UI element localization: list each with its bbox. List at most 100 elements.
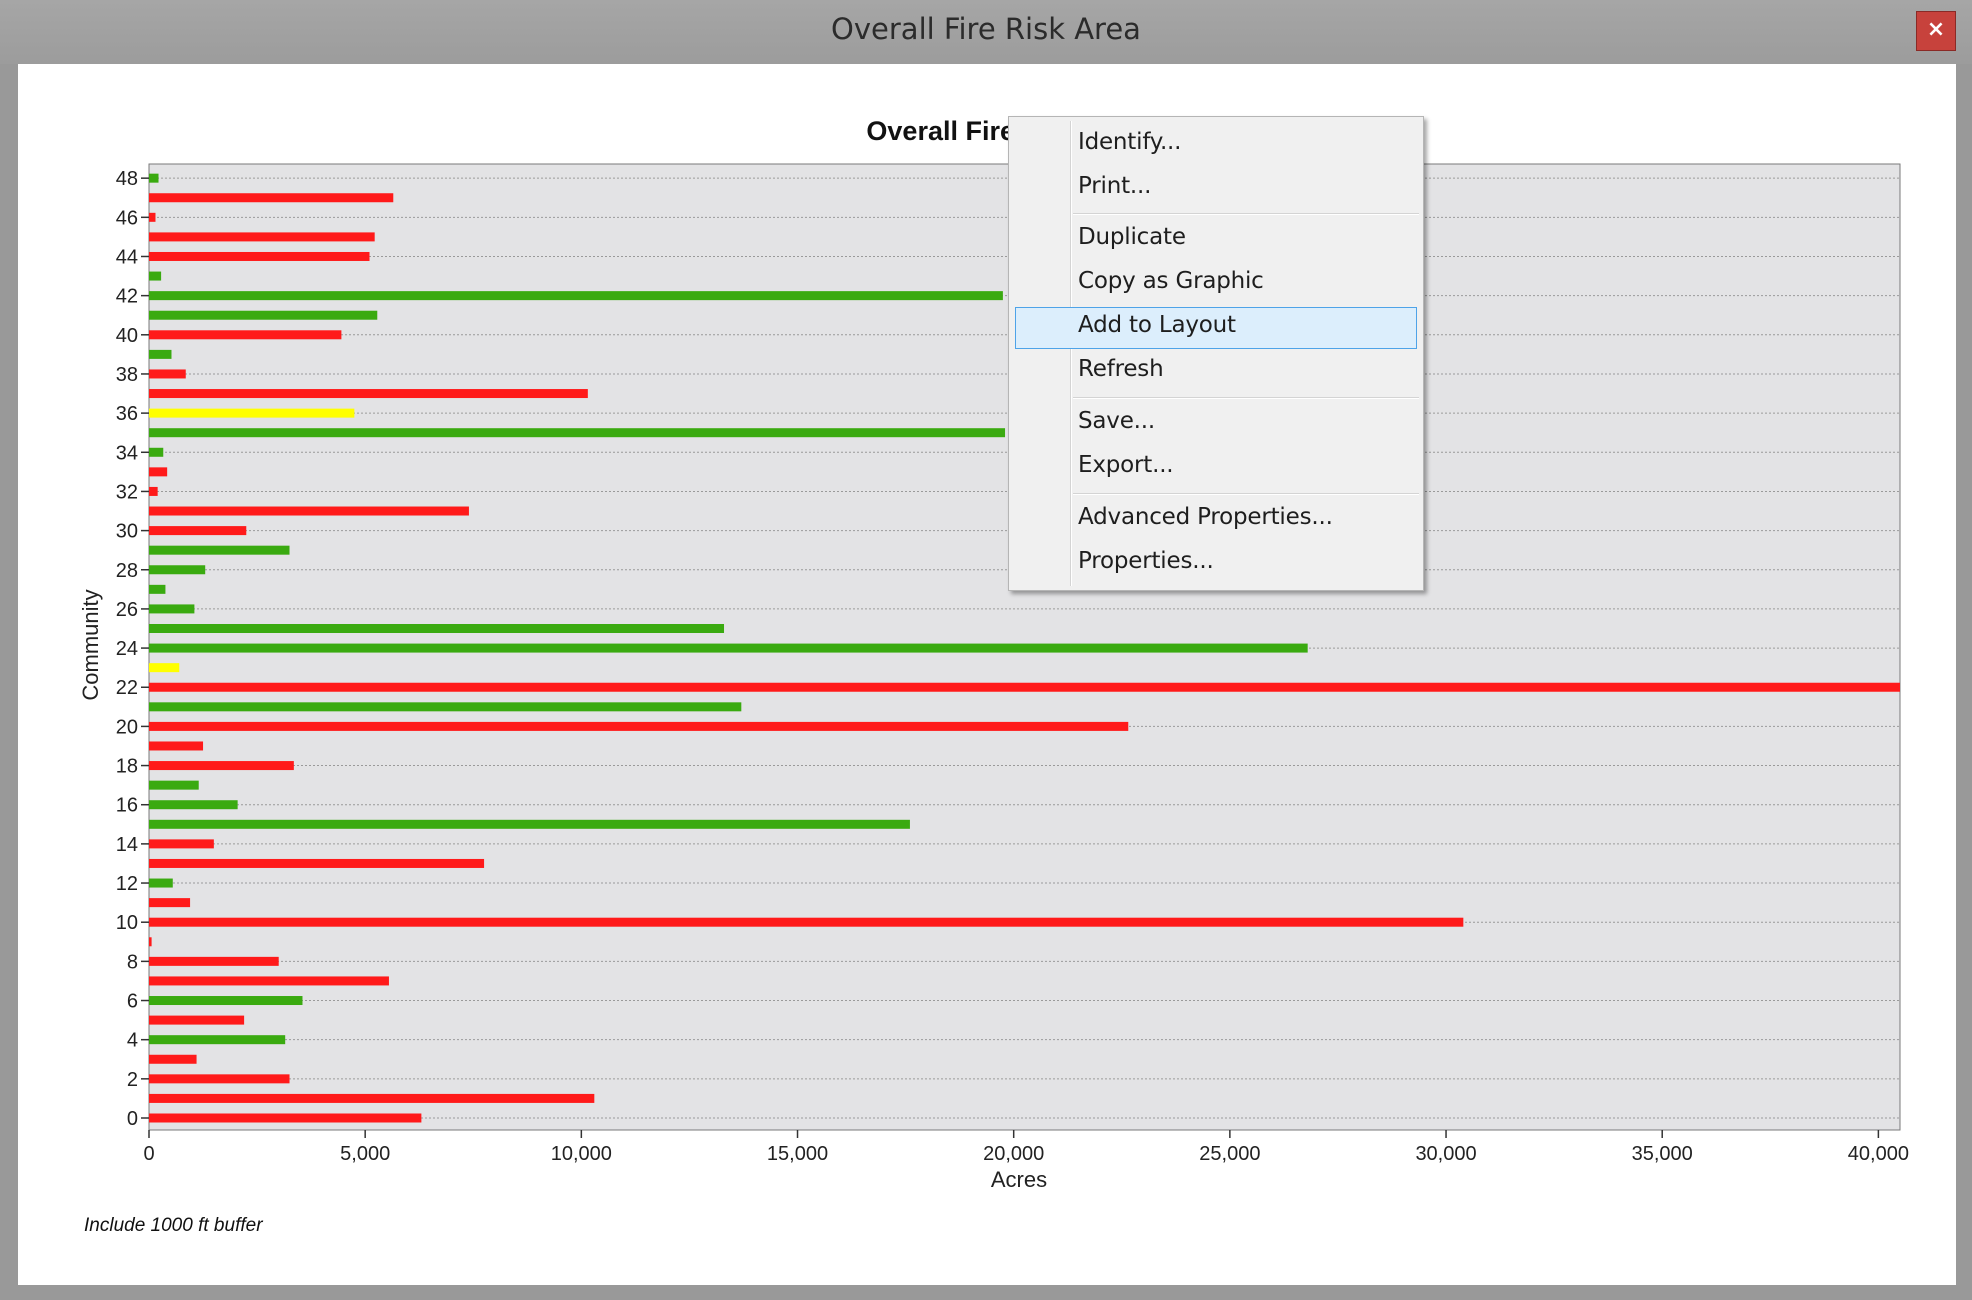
x-tick-label: 0 — [143, 1143, 154, 1165]
y-tick-label: 34 — [116, 442, 138, 464]
bar-community-8 — [149, 956, 279, 966]
y-tick-label: 32 — [116, 481, 138, 503]
bar-community-13 — [149, 858, 485, 868]
x-tick-label: 10,000 — [551, 1143, 612, 1165]
y-tick-label: 46 — [116, 207, 138, 229]
bar-community-36 — [149, 408, 355, 418]
bar-community-41 — [149, 310, 378, 320]
x-axis-label: Acres — [991, 1167, 1047, 1192]
chart-window: Overall Fire Risk Area × 0 2 4 6 8 10 12 14 16 18… — [0, 0, 1972, 1300]
bar-community-22 — [149, 682, 1900, 692]
bar-community-42 — [149, 291, 1003, 301]
y-tick-label: 20 — [116, 716, 138, 738]
bar-community-3 — [149, 1054, 197, 1064]
bar-community-32 — [149, 486, 158, 496]
menu-item-copy-as-graphic[interactable]: Copy as Graphic — [1078, 268, 1264, 294]
y-tick-label: 38 — [116, 364, 138, 386]
bar-community-21 — [149, 702, 742, 712]
bar-community-25 — [149, 624, 725, 633]
bar-community-20 — [149, 721, 1129, 731]
footnote: Include 1000 ft buffer — [84, 1215, 263, 1236]
x-tick-label: 15,000 — [767, 1143, 828, 1165]
menu-item-add-to-layout[interactable]: Add to Layout — [1078, 312, 1236, 338]
y-tick-label: 28 — [116, 560, 138, 582]
y-tick-label: 12 — [116, 873, 138, 895]
bar-community-0 — [149, 1113, 422, 1123]
bar-community-2 — [149, 1074, 290, 1084]
bar-community-37 — [149, 389, 588, 399]
bar-community-4 — [149, 1035, 286, 1045]
menu-icon-gutter — [1070, 121, 1072, 586]
x-tick-label: 5,000 — [340, 1143, 390, 1165]
chart-title: Overall Fire — [866, 116, 1015, 146]
y-tick-label: 48 — [116, 168, 138, 190]
title-bar[interactable]: Overall Fire Risk Area × — [0, 0, 1972, 64]
menu-separator — [1073, 213, 1419, 215]
bar-community-16 — [149, 800, 238, 810]
bar-community-17 — [149, 780, 199, 790]
bar-community-14 — [149, 839, 214, 849]
y-axis-label: Community — [78, 589, 103, 700]
y-axis-ticks: 0246810121416182022242628303234363840424… — [116, 168, 149, 1130]
close-button[interactable]: × — [1916, 11, 1956, 51]
bar-community-40 — [149, 330, 342, 340]
y-tick-label: 40 — [116, 325, 138, 347]
y-tick-label: 18 — [116, 756, 138, 778]
bar-community-48 — [149, 173, 159, 183]
bar-community-44 — [149, 251, 370, 261]
y-tick-label: 6 — [127, 991, 138, 1013]
x-tick-label: 30,000 — [1415, 1143, 1476, 1165]
bar-community-9 — [149, 937, 152, 947]
bar-community-33 — [149, 467, 168, 477]
bar-community-15 — [149, 819, 910, 829]
bar-community-43 — [149, 271, 162, 281]
y-tick-label: 4 — [127, 1030, 138, 1052]
y-tick-label: 36 — [116, 403, 138, 425]
bar-community-23 — [149, 663, 180, 673]
y-tick-label: 30 — [116, 521, 138, 543]
x-tick-label: 25,000 — [1199, 1143, 1260, 1165]
menu-separator — [1073, 493, 1419, 495]
y-tick-label: 0 — [127, 1108, 138, 1130]
bar-community-5 — [149, 1015, 245, 1025]
bar-community-47 — [149, 193, 394, 203]
y-tick-label: 26 — [116, 599, 138, 621]
bar-community-35 — [149, 428, 1006, 438]
bar-community-45 — [149, 232, 375, 242]
menu-item-print[interactable]: Print... — [1078, 173, 1151, 199]
bar-community-19 — [149, 741, 204, 751]
menu-item-export[interactable]: Export... — [1078, 452, 1174, 478]
x-tick-label: 40,000 — [1848, 1143, 1909, 1165]
bar-community-12 — [149, 878, 173, 888]
menu-item-properties[interactable]: Properties... — [1078, 548, 1214, 574]
menu-item-refresh[interactable]: Refresh — [1078, 356, 1164, 382]
y-tick-label: 42 — [116, 286, 138, 308]
bar-community-1 — [149, 1093, 595, 1103]
window-title: Overall Fire Risk Area — [831, 12, 1141, 46]
menu-item-identify[interactable]: Identify... — [1078, 129, 1181, 155]
y-tick-label: 8 — [127, 951, 138, 973]
x-axis-ticks: 0 5,000 10,000 15,000 20,000 25,000 30,000 35,0… — [143, 1130, 1909, 1165]
bar-community-39 — [149, 349, 172, 359]
bar-community-18 — [149, 761, 294, 771]
bar-community-27 — [149, 584, 166, 594]
y-tick-label: 24 — [116, 638, 138, 660]
bar-community-30 — [149, 526, 247, 536]
bar-community-24 — [149, 643, 1308, 653]
menu-item-save[interactable]: Save... — [1078, 408, 1155, 434]
menu-item-advanced-properties[interactable]: Advanced Properties... — [1078, 504, 1333, 530]
bar-chart[interactable]: 0246810121416182022242628303234363840424… — [18, 64, 1956, 1285]
y-tick-label: 14 — [116, 834, 138, 856]
menu-item-duplicate[interactable]: Duplicate — [1078, 224, 1186, 250]
bar-community-28 — [149, 565, 206, 575]
bar-community-46 — [149, 212, 156, 222]
bar-community-7 — [149, 976, 389, 986]
bar-community-31 — [149, 506, 469, 516]
bar-community-29 — [149, 545, 290, 555]
bar-community-34 — [149, 447, 164, 457]
y-tick-label: 22 — [116, 677, 138, 699]
chart-panel[interactable]: 0 2 4 6 8 10 12 14 16 18 20 22 24 26 28 30 32 34 36 38 40 42 4… — [18, 64, 1956, 1285]
context-menu: Identify... Print... Duplicate Copy as G… — [1008, 116, 1424, 591]
menu-separator — [1073, 397, 1419, 399]
x-tick-label: 20,000 — [983, 1143, 1044, 1165]
